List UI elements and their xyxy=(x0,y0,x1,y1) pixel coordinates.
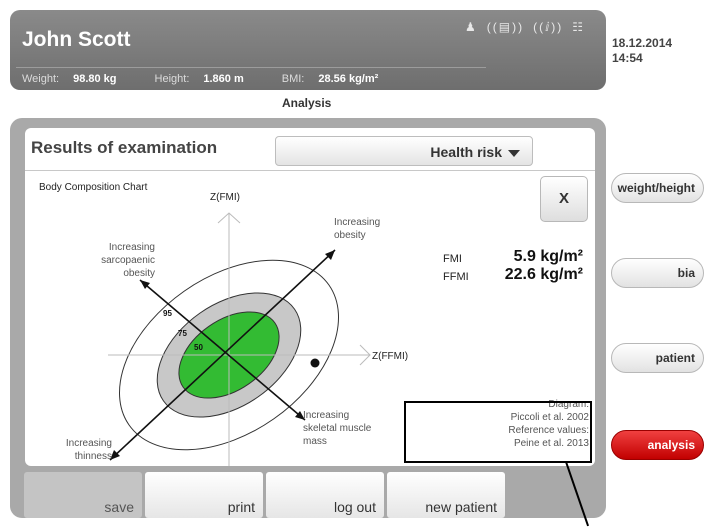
thinness-label-1: Increasing xyxy=(66,438,112,449)
muscle-label-1: Increasing xyxy=(303,410,349,421)
date-text: 18.12.2014 xyxy=(612,36,673,50)
logout-button[interactable]: log out xyxy=(266,472,384,518)
x-axis-label: Z(FFMI) xyxy=(372,351,408,362)
patient-measures: Weight: 98.80 kg Height: 1.860 m BMI: 28… xyxy=(22,73,416,85)
time-text: 14:54 xyxy=(612,51,643,65)
ffmi-row: FFMI 22.6 kg/m² xyxy=(443,266,583,283)
sarcopenic-label-1: Increasing xyxy=(109,242,155,253)
percentile-75-label: 75 xyxy=(178,329,187,338)
dropdown-value: Health risk xyxy=(430,144,502,160)
person-icon: ♟ xyxy=(465,20,478,34)
nav-analysis[interactable]: analysis xyxy=(611,430,704,460)
ffmi-label: FFMI xyxy=(443,271,469,283)
save-button[interactable]: save xyxy=(24,472,142,518)
ffmi-value: 22.6 kg/m² xyxy=(504,266,583,283)
fmi-value: 5.9 kg/m² xyxy=(513,248,583,265)
chevron-down-icon xyxy=(508,149,520,157)
obesity-label-1: Increasing xyxy=(334,217,380,228)
fmi-label: FMI xyxy=(443,253,462,265)
patient-point xyxy=(310,358,320,368)
action-buttons: save print log out new patient xyxy=(24,472,505,518)
thinness-label-2: thinness xyxy=(75,451,112,462)
weight-label: Weight: xyxy=(22,73,60,85)
height-value: 1.860 m xyxy=(203,73,244,85)
datetime: 18.12.2014 14:54 xyxy=(612,36,672,66)
close-button[interactable]: X xyxy=(540,176,588,222)
print-button[interactable]: print xyxy=(145,472,263,518)
sarcopenic-label-3: obesity xyxy=(123,268,155,279)
height-label: Height: xyxy=(154,73,190,85)
nav-weight-height[interactable]: weight/height xyxy=(611,173,704,203)
header-divider xyxy=(16,67,486,68)
results-title: Results of examination xyxy=(31,138,218,157)
percentile-95-label: 95 xyxy=(163,309,172,318)
obesity-label-2: obesity xyxy=(334,230,366,241)
page-title: Analysis xyxy=(282,96,332,110)
patient-name: John Scott xyxy=(22,28,131,51)
source-highlight-box xyxy=(404,401,592,463)
nav-patient[interactable]: patient xyxy=(611,343,704,373)
fmi-row: FMI 5.9 kg/m² xyxy=(443,248,583,265)
y-axis-label: Z(FMI) xyxy=(210,192,240,203)
bmi-label: BMI: xyxy=(281,73,305,85)
patient-header: John Scott ♟ ((▤)) ((ⅈ)) ☷ Weight: 98.80… xyxy=(10,10,606,90)
nav-bia[interactable]: bia xyxy=(611,258,704,288)
muscle-label-3: mass xyxy=(303,436,327,447)
network-icon: ☷ xyxy=(572,20,586,34)
weight-value: 98.80 kg xyxy=(73,73,117,85)
sarcopenic-label-2: sarcopaenic xyxy=(101,255,155,266)
percentile-50-label: 50 xyxy=(194,343,203,352)
muscle-label-2: skeletal muscle xyxy=(303,423,372,434)
body-composition-chart: Z(FMI) Z(FFMI) Increasing obesity Increa… xyxy=(66,192,408,466)
new-patient-button[interactable]: new patient xyxy=(387,472,505,518)
scale-signal-icon: ((▤)) xyxy=(486,20,525,34)
health-risk-dropdown[interactable]: Health risk xyxy=(275,136,533,166)
status-icons: ♟ ((▤)) ((ⅈ)) ☷ xyxy=(465,20,585,34)
bmi-value: 28.56 kg/m² xyxy=(318,73,379,85)
wireless-signal-icon: ((ⅈ)) xyxy=(533,20,564,34)
